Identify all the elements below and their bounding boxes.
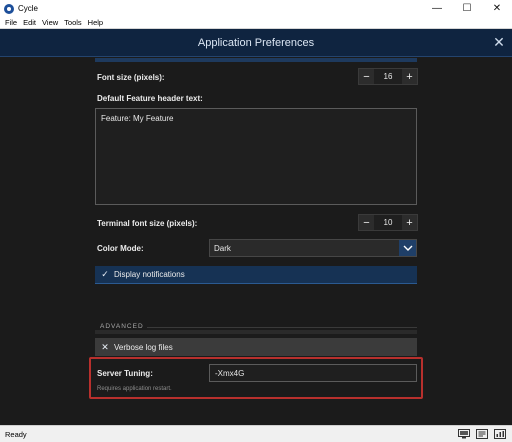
screen-icon[interactable] [458,429,470,439]
status-text: Ready [5,429,27,439]
display-notifications-label: Display notifications [114,270,185,279]
title-bar: Cycle — ☐ ✕ [0,0,512,17]
menu-help[interactable]: Help [85,18,106,27]
server-tuning-label: Server Tuning: [97,369,153,378]
verbose-log-label: Verbose log files [114,342,173,352]
dialog-header: Application Preferences ✕ [0,29,512,57]
font-size-label: Font size (pixels): [97,73,165,82]
terminal-font-size-label: Terminal font size (pixels): [97,219,198,228]
terminal-font-size-value[interactable]: 10 [374,215,402,230]
minimize-button[interactable]: — [422,0,452,17]
menu-file[interactable]: File [2,18,20,27]
terminal-font-size-decrement-button[interactable]: − [359,215,374,230]
menu-edit[interactable]: Edit [20,18,39,27]
document-icon[interactable] [476,429,488,439]
font-size-value[interactable]: 16 [374,69,402,84]
terminal-font-size-stepper: − 10 + [358,214,418,231]
color-mode-label: Color Mode: [97,244,144,253]
window-controls: — ☐ ✕ [422,0,512,17]
preferences-content[interactable]: Font size (pixels): − 16 + Default Featu… [0,58,512,425]
verbose-log-toggle[interactable]: ✕ Verbose log files [95,338,417,356]
check-icon: ✓ [101,269,109,279]
status-bar: Ready [0,425,512,442]
menu-bar: File Edit View Tools Help [0,17,512,29]
close-dialog-icon[interactable]: ✕ [492,35,506,49]
chevron-down-icon[interactable] [399,240,416,256]
feature-header-label: Default Feature header text: [97,94,203,103]
scroll-edge [95,58,417,62]
advanced-section-label: ADVANCED [100,323,144,330]
section-bar [95,330,417,334]
feature-header-textarea[interactable]: Feature: My Feature [95,108,417,205]
chart-icon[interactable] [494,429,506,439]
server-tuning-input[interactable]: -Xmx4G [209,364,417,382]
font-size-stepper: − 16 + [358,68,418,85]
server-tuning-hint: Requires application restart. [97,386,172,392]
terminal-font-size-increment-button[interactable]: + [402,215,417,230]
status-icons [458,429,506,439]
menu-tools[interactable]: Tools [61,18,85,27]
menu-view[interactable]: View [39,18,61,27]
font-size-decrement-button[interactable]: − [359,69,374,84]
color-mode-value: Dark [214,243,231,253]
cross-icon: ✕ [101,341,109,352]
section-divider [147,327,417,328]
font-size-increment-button[interactable]: + [402,69,417,84]
close-window-button[interactable]: ✕ [482,0,512,17]
dialog-title: Application Preferences [197,36,315,49]
window-title: Cycle [18,4,39,13]
app-logo-icon [4,3,14,14]
display-notifications-toggle[interactable]: ✓ Display notifications [95,266,417,284]
maximize-button[interactable]: ☐ [452,0,482,17]
color-mode-select[interactable]: Dark [209,239,417,257]
